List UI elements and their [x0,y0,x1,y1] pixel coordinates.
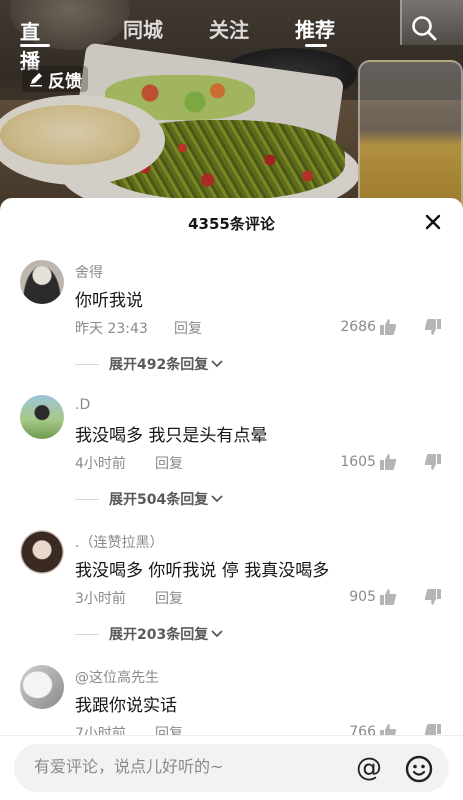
avatar[interactable] [20,260,64,304]
comment-username[interactable]: @这位高先生 [75,667,159,687]
feedback-label: 反馈 [48,71,82,92]
comment-time: 3小时前 [75,591,126,607]
comment-time: 4小时前 [75,456,126,472]
comments-count-title: 4355条评论 [188,215,275,233]
reply-button[interactable]: 回复 [155,588,183,608]
comment-username[interactable]: .D [75,397,90,413]
reply-button[interactable]: 回复 [155,453,183,473]
live-button[interactable]: 直播 [18,12,52,73]
comments-header: 4355条评论 [0,198,463,246]
thumbs-up-icon [380,589,397,605]
thumbs-up-icon [380,319,397,335]
thumbs-down-icon[interactable] [424,318,442,336]
feedback-button[interactable]: 反馈 [22,66,88,92]
emoji-icon[interactable] [404,754,434,784]
comment-input-bar: @ [0,735,463,800]
mention-button[interactable]: @ [354,754,384,784]
like-button[interactable]: 1605 [340,453,397,471]
like-count: 1605 [340,454,376,470]
comment-text: 我跟你说实话 [75,696,177,716]
avatar[interactable] [20,530,64,574]
divider [75,633,99,635]
avatar[interactable] [20,665,64,709]
like-button[interactable]: 905 [349,588,397,606]
chevron-down-icon [211,360,223,368]
reply-button[interactable]: 回复 [174,318,202,338]
thumbs-up-icon [380,454,397,470]
expand-replies-button[interactable]: 展开492条回复 [75,354,224,374]
edit-icon [30,73,42,87]
like-count: 2686 [340,319,376,335]
comment-username[interactable]: 舍得 [75,262,103,282]
comments-sheet: 4355条评论 舍得 你听我说 昨天 23:43 回复 2686 展开492条回… [0,198,463,800]
comment-text: 我没喝多 我只是头有点晕 [75,426,268,446]
thumbs-down-icon[interactable] [424,453,442,471]
like-count: 905 [349,589,376,605]
like-button[interactable]: 2686 [340,318,397,336]
expand-replies-button[interactable]: 展开203条回复 [75,624,224,644]
search-icon[interactable] [410,14,438,42]
active-tab-indicator [305,44,327,47]
tab-recommended[interactable]: 推荐 [295,14,335,43]
expand-replies-label: 展开504条回复 [109,492,209,508]
comment-text: 我没喝多 你听我说 停 我真没喝多 [75,561,330,581]
comment-username[interactable]: .（连赞拉黑） [75,532,163,552]
tab-following[interactable]: 关注 [209,14,249,43]
top-nav: 直播 同城 关注 推荐 [0,0,463,73]
tab-local[interactable]: 同城 [123,14,163,43]
live-icon-underline [20,44,50,47]
close-icon[interactable] [423,212,443,232]
expand-replies-label: 展开492条回复 [109,357,209,373]
avatar[interactable] [20,395,64,439]
comment-input-container[interactable]: @ [14,744,449,792]
divider [75,363,99,365]
expand-replies-button[interactable]: 展开504条回复 [75,489,224,509]
comment-input[interactable] [34,757,334,776]
thumbs-down-icon[interactable] [424,588,442,606]
divider [75,498,99,500]
comment-text: 你听我说 [75,291,143,311]
comment-time: 昨天 23:43 [75,321,148,337]
chevron-down-icon [211,630,223,638]
expand-replies-label: 展开203条回复 [109,627,209,643]
chevron-down-icon [211,495,223,503]
